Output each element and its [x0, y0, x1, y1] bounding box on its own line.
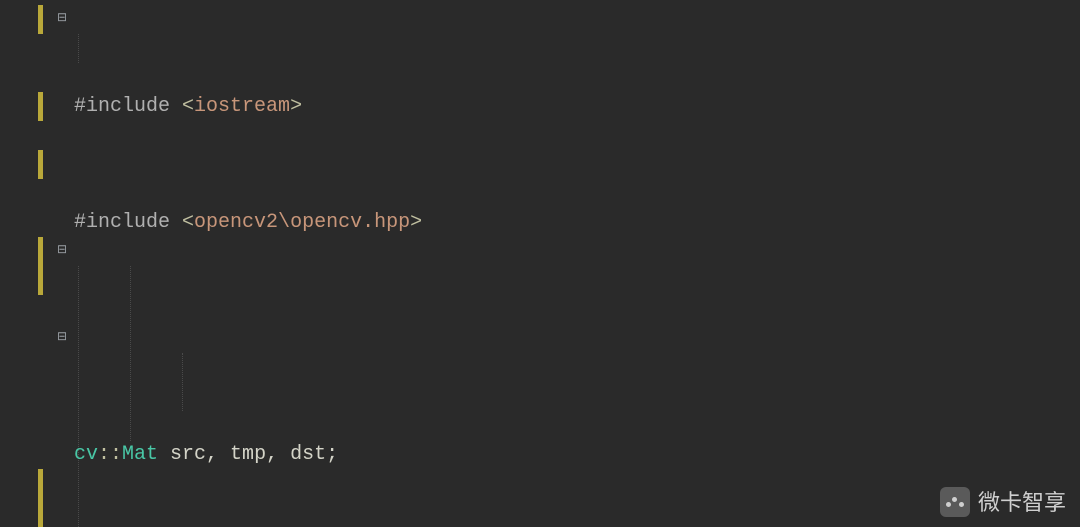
header-name: iostream — [194, 95, 290, 118]
scope-op: :: — [98, 443, 122, 466]
watermark-text: 微卡智享 — [978, 488, 1066, 517]
code-editor[interactable]: ⊟ ⊟ ⊟ #include <iostream> #include <open… — [0, 0, 1080, 527]
fold-toggle[interactable]: ⊟ — [56, 244, 68, 256]
declarators: src, tmp, dst; — [158, 443, 338, 466]
preprocessor: #include — [74, 211, 182, 234]
change-mark — [38, 150, 43, 179]
watermark: 微卡智享 — [940, 487, 1066, 517]
code-area[interactable]: #include <iostream> #include <opencv2\op… — [74, 5, 806, 527]
namespace: cv — [74, 443, 98, 466]
code-line[interactable] — [74, 324, 806, 353]
fold-toggle[interactable]: ⊟ — [56, 331, 68, 343]
fold-toggle[interactable]: ⊟ — [56, 12, 68, 24]
change-mark — [38, 92, 43, 121]
angle-close: > — [410, 211, 422, 234]
preprocessor: #include — [74, 95, 182, 118]
angle-open: < — [182, 211, 194, 234]
type-name: Mat — [122, 443, 158, 466]
fold-column: ⊟ ⊟ ⊟ — [56, 0, 72, 527]
change-mark — [38, 5, 43, 34]
angle-close: > — [290, 95, 302, 118]
code-line[interactable]: #include <iostream> — [74, 92, 806, 121]
code-line[interactable]: #include <opencv2\opencv.hpp> — [74, 208, 806, 237]
header-name: opencv2\opencv.hpp — [194, 211, 410, 234]
angle-open: < — [182, 95, 194, 118]
code-line[interactable]: cv::Mat src, tmp, dst; — [74, 440, 806, 469]
change-mark — [38, 469, 43, 527]
change-mark — [38, 237, 43, 295]
wechat-icon — [940, 487, 970, 517]
